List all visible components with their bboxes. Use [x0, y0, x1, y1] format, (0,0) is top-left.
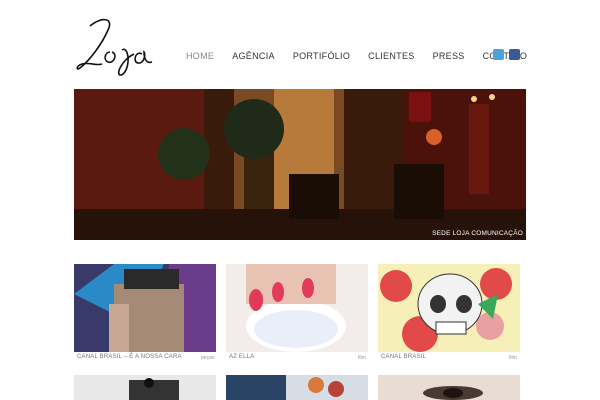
portfolio-tag-3: film	[509, 355, 517, 361]
loja-logo[interactable]	[72, 10, 182, 80]
main-nav: HOME AGÊNCIA PORTIFÓLIO CLIENTES PRESS C…	[186, 51, 545, 61]
portfolio-title-1: CANAL BRASIL – É A NOSSA CARA	[77, 354, 182, 360]
portfolio-card-canal-brasil-nossa-cara[interactable]	[74, 264, 216, 352]
nav-agencia[interactable]: AGÊNCIA	[232, 51, 275, 61]
portfolio-thumb-4	[74, 375, 216, 400]
portfolio-tag-1: peças	[201, 355, 215, 361]
social-links	[493, 49, 525, 60]
hero-caption: SEDE LOJA COMUNICAÇÃO	[432, 230, 523, 237]
portfolio-thumb-3	[378, 264, 520, 352]
portfolio-title-3: CANAL BRASIL	[381, 354, 427, 360]
portfolio-card-az-ella[interactable]	[226, 264, 368, 352]
portfolio-title-2: AZ ELLA	[229, 354, 255, 360]
hero-photo-sede	[74, 89, 526, 240]
portfolio-thumb-2	[226, 264, 368, 352]
portfolio-card-4[interactable]	[74, 375, 216, 400]
portfolio-card-6[interactable]	[378, 375, 520, 400]
nav-press[interactable]: PRESS	[433, 51, 465, 61]
portfolio-thumb-1	[74, 264, 216, 352]
portfolio-thumb-6	[378, 375, 520, 400]
nav-home[interactable]: HOME	[186, 51, 214, 61]
loja-script-logo	[76, 18, 153, 76]
portfolio-tag-2: film	[358, 355, 366, 361]
twitter-icon[interactable]	[493, 49, 504, 60]
hero-image[interactable]: SEDE LOJA COMUNICAÇÃO	[74, 89, 526, 240]
site-header: HOME AGÊNCIA PORTIFÓLIO CLIENTES PRESS C…	[0, 0, 600, 88]
facebook-icon[interactable]	[509, 49, 520, 60]
portfolio-card-canal-brasil[interactable]	[378, 264, 520, 352]
portfolio-card-5[interactable]	[226, 375, 368, 400]
nav-portifolio[interactable]: PORTIFÓLIO	[293, 51, 350, 61]
nav-clientes[interactable]: CLIENTES	[368, 51, 414, 61]
portfolio-thumb-5	[226, 375, 368, 400]
